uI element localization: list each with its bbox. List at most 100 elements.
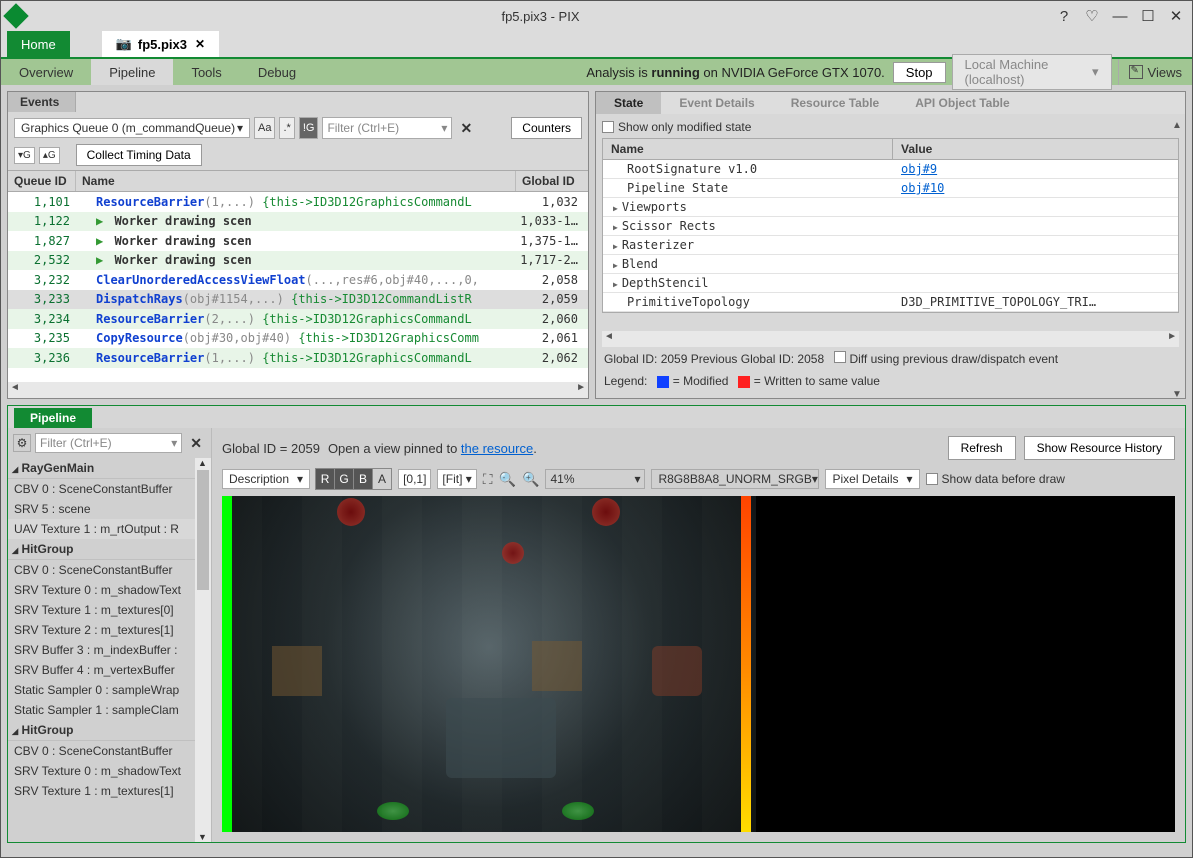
pipeline-tree-vscroll[interactable]: ▲ ▼ <box>195 458 211 842</box>
state-vscroll[interactable]: ▲▼ <box>1171 120 1183 400</box>
pipeline-tree[interactable]: ◢ RayGenMainCBV 0 : SceneConstantBufferS… <box>8 458 195 842</box>
tab-state[interactable]: State <box>596 92 661 114</box>
pipeline-group[interactable]: ◢ HitGroup <box>8 539 195 560</box>
channel-g[interactable]: G <box>334 468 354 490</box>
tab-home[interactable]: Home <box>7 31 70 57</box>
pipeline-item[interactable]: UAV Texture 1 : m_rtOutput : R <box>8 519 195 539</box>
col-name[interactable]: Name <box>603 139 893 159</box>
show-modified-checkbox[interactable]: Show only modified state <box>602 120 1179 134</box>
timing-button[interactable]: Collect Timing Data <box>76 144 202 166</box>
pipeline-group[interactable]: ◢ HitGroup <box>8 720 195 741</box>
state-rows[interactable]: RootSignature v1.0obj#9Pipeline Stateobj… <box>602 160 1179 313</box>
event-row[interactable]: 3,236ResourceBarrier(1,...) {this->ID3D1… <box>8 348 588 368</box>
state-row[interactable]: ▶Blend <box>603 255 1178 274</box>
fullscreen-icon[interactable]: ⛶ <box>483 471 493 488</box>
machine-select[interactable]: Local Machine (localhost)▾ <box>952 54 1112 90</box>
tab-close-icon[interactable]: ✕ <box>195 37 205 51</box>
state-row[interactable]: ▶Viewports <box>603 198 1178 217</box>
zoom-out-icon[interactable]: 🔍- <box>499 471 516 488</box>
event-row[interactable]: 3,234ResourceBarrier(2,...) {this->ID3D1… <box>8 309 588 329</box>
state-row[interactable]: ▶Rasterizer <box>603 236 1178 255</box>
event-row[interactable]: 2,532▶ Worker drawing scen1,717-2… <box>8 251 588 271</box>
pipeline-item[interactable]: CBV 0 : SceneConstantBuffer <box>8 741 195 761</box>
g-up-button[interactable]: ▴G <box>39 147 60 164</box>
format-select[interactable]: R8G8B8A8_UNORM_SRGB▾ <box>651 469 819 489</box>
zoom-in-icon[interactable]: 🔍+ <box>522 471 539 488</box>
subtab-overview[interactable]: Overview <box>1 59 91 85</box>
fit-select[interactable]: [Fit] ▾ <box>437 469 476 489</box>
event-row[interactable]: 1,122▶ Worker drawing scen1,033-1… <box>8 212 588 232</box>
subtab-pipeline[interactable]: Pipeline <box>91 59 173 85</box>
gear-icon[interactable]: ⚙ <box>13 434 31 452</box>
pipeline-group[interactable]: ◢ RayGenMain <box>8 458 195 479</box>
event-row[interactable]: 1,101ResourceBarrier(1,...) {this->ID3D1… <box>8 192 588 212</box>
pipeline-item[interactable]: SRV Texture 0 : m_shadowText <box>8 580 195 600</box>
channel-a[interactable]: A <box>372 468 392 490</box>
description-select[interactable]: Description▾ <box>222 469 310 489</box>
channel-b[interactable]: B <box>353 468 373 490</box>
pipeline-filter-input[interactable]: Filter (Ctrl+E)▾ <box>35 433 182 453</box>
event-row[interactable]: 1,827▶ Worker drawing scen1,375-1… <box>8 231 588 251</box>
close-icon[interactable]: ✕ <box>1166 6 1186 26</box>
minimize-icon[interactable]: — <box>1110 6 1130 26</box>
pipeline-item[interactable]: SRV Texture 1 : m_textures[0] <box>8 600 195 620</box>
col-global-id[interactable]: Global ID <box>516 171 588 191</box>
state-row[interactable]: RootSignature v1.0obj#9 <box>603 160 1178 179</box>
pipeline-item[interactable]: SRV Buffer 3 : m_indexBuffer : <box>8 640 195 660</box>
state-row[interactable]: PrimitiveTopologyD3D_PRIMITIVE_TOPOLOGY_… <box>603 293 1178 312</box>
stop-button[interactable]: Stop <box>893 62 946 83</box>
regex-button[interactable]: .* <box>279 117 294 139</box>
state-hscroll[interactable] <box>602 331 1179 347</box>
pipeline-item[interactable]: SRV Texture 1 : m_textures[1] <box>8 781 195 801</box>
pipeline-item[interactable]: Static Sampler 0 : sampleWrap <box>8 680 195 700</box>
clear-filter-button[interactable]: ✕ <box>456 120 476 137</box>
g-down-button[interactable]: ▾G <box>14 147 35 164</box>
tab-event-details[interactable]: Event Details <box>661 92 772 114</box>
range-select[interactable]: [0,1] <box>398 469 431 489</box>
events-rows[interactable]: 1,101ResourceBarrier(1,...) {this->ID3D1… <box>8 192 588 382</box>
resource-history-button[interactable]: Show Resource History <box>1024 436 1175 460</box>
event-row[interactable]: 3,235CopyResource(obj#30,obj#40) {this->… <box>8 329 588 349</box>
pipeline-tab[interactable]: Pipeline <box>14 408 92 428</box>
clear-pipeline-filter[interactable]: ✕ <box>186 435 206 452</box>
pixel-details-select[interactable]: Pixel Details▾ <box>825 469 919 489</box>
state-row[interactable]: ▶DepthStencil <box>603 274 1178 293</box>
event-row[interactable]: 3,233DispatchRays(obj#1154,...) {this->I… <box>8 290 588 310</box>
pipeline-item[interactable]: CBV 0 : SceneConstantBuffer <box>8 479 195 499</box>
counters-button[interactable]: Counters <box>511 117 582 139</box>
texture-preview[interactable] <box>222 496 1175 832</box>
views-button[interactable]: Views <box>1118 59 1192 85</box>
state-row[interactable]: Pipeline Stateobj#10 <box>603 179 1178 198</box>
tab-api-object[interactable]: API Object Table <box>897 92 1027 114</box>
ig-button[interactable]: !G <box>299 117 319 139</box>
pipeline-item[interactable]: Static Sampler 1 : sampleClam <box>8 700 195 720</box>
state-tabs: State Event Details Resource Table API O… <box>596 92 1185 114</box>
pipeline-item[interactable]: SRV Texture 0 : m_shadowText <box>8 761 195 781</box>
col-value[interactable]: Value <box>893 139 1178 159</box>
pipeline-item[interactable]: SRV Texture 2 : m_textures[1] <box>8 620 195 640</box>
event-row[interactable]: 3,232ClearUnorderedAccessViewFloat(...,r… <box>8 270 588 290</box>
subtab-tools[interactable]: Tools <box>173 59 239 85</box>
tab-file[interactable]: 📷 fp5.pix3 ✕ <box>102 31 219 57</box>
resource-link[interactable]: the resource <box>461 441 533 456</box>
events-hscroll[interactable] <box>8 382 588 398</box>
state-row[interactable]: ▶Scissor Rects <box>603 217 1178 236</box>
pipeline-item[interactable]: CBV 0 : SceneConstantBuffer <box>8 560 195 580</box>
subtab-debug[interactable]: Debug <box>240 59 314 85</box>
help-icon[interactable]: ? <box>1054 6 1074 26</box>
col-name[interactable]: Name <box>76 171 516 191</box>
refresh-button[interactable]: Refresh <box>948 436 1016 460</box>
zoom-input[interactable]: 41%▾ <box>545 469 645 489</box>
channel-r[interactable]: R <box>315 468 335 490</box>
col-queue-id[interactable]: Queue ID <box>8 171 76 191</box>
pipeline-item[interactable]: SRV 5 : scene <box>8 499 195 519</box>
heart-icon[interactable]: ♡ <box>1082 6 1102 26</box>
events-filter-input[interactable]: Filter (Ctrl+E)▾ <box>322 117 452 139</box>
queue-select[interactable]: Graphics Queue 0 (m_commandQueue)▾ <box>14 118 250 138</box>
diff-checkbox[interactable]: Diff using previous draw/dispatch event <box>834 351 1058 366</box>
match-case-button[interactable]: Aa <box>254 117 275 139</box>
show-before-checkbox[interactable]: Show data before draw <box>926 472 1065 486</box>
tab-resource-table[interactable]: Resource Table <box>773 92 897 114</box>
maximize-icon[interactable]: ☐ <box>1138 6 1158 26</box>
pipeline-item[interactable]: SRV Buffer 4 : m_vertexBuffer <box>8 660 195 680</box>
